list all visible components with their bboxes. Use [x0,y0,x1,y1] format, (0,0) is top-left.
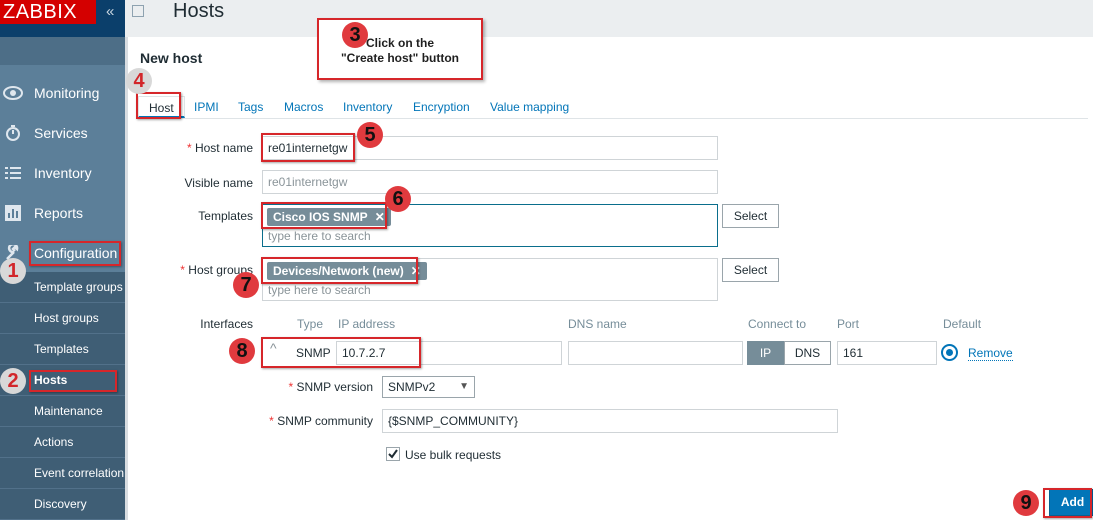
interface-port-input[interactable]: 161 [837,341,937,365]
tab-ipmi[interactable]: IPMI [194,96,219,118]
bulk-requests-checkbox[interactable] [386,447,400,461]
zabbix-logo[interactable]: ZABBIX [0,0,96,24]
col-type: Type [297,317,324,331]
templates-select-button[interactable]: Select [722,204,779,228]
tab-value-mapping[interactable]: Value mapping [490,96,569,118]
remove-interface-link[interactable]: Remove [968,346,1013,361]
menu-item-label: Reports [34,205,84,221]
tab-inventory[interactable]: Inventory [343,96,392,118]
templates-label: Templates [198,209,253,223]
remove-chip-icon[interactable]: ✕ [375,210,385,224]
interfaces-label: Interfaces [200,317,253,331]
step-badge-2: 2 [0,368,26,394]
host-group-chip: Devices/Network (new) ✕ [267,262,427,280]
menu-item-reports[interactable]: Reports [0,193,125,233]
menu-item-label: Services [34,125,88,141]
tab-tags[interactable]: Tags [238,96,263,118]
menu-item-inventory[interactable]: Inventory [0,153,125,193]
page-header: Hosts [125,0,1093,37]
step-badge-9: 9 [1013,490,1039,516]
eye-icon [2,73,24,113]
visible-name-input[interactable]: re01internetgw [262,170,718,194]
create-host-callout: Click on the "Create host" button [317,18,483,80]
list-icon [2,153,24,193]
snmp-version-select[interactable]: SNMPv2 ▼ [382,376,475,398]
tabs-divider [138,118,1088,119]
host-groups-select-button[interactable]: Select [722,258,779,282]
submenu-item-templates[interactable]: Templates [0,334,125,365]
col-dns-name: DNS name [568,317,627,331]
col-ip-address: IP address [338,317,396,331]
configuration-submenu: Template groups Host groups Templates Ho… [0,272,125,520]
stopwatch-icon [2,113,24,153]
col-connect-to: Connect to [748,317,807,331]
callout-line-2: "Create host" button [340,51,460,65]
connect-ip-toggle[interactable]: IP [747,341,784,365]
col-default: Default [943,317,982,331]
submenu-item-discovery[interactable]: Discovery [0,489,125,520]
chevron-down-icon: ▼ [459,381,469,392]
tab-encryption[interactable]: Encryption [413,96,470,118]
templates-search-placeholder[interactable]: type here to search [268,229,371,243]
connect-dns-toggle[interactable]: DNS [784,341,831,365]
interface-dns-input[interactable] [568,341,743,365]
collapse-sidebar-icon[interactable]: « [106,3,114,20]
templates-multiselect[interactable]: Cisco IOS SNMP ✕ type here to search [262,204,718,247]
logo-bar: ZABBIX « [0,0,125,37]
collapse-interface-icon[interactable]: ^ [270,340,277,356]
host-groups-search-placeholder[interactable]: type here to search [268,283,371,297]
step-badge-4: 4 [126,68,152,94]
col-port: Port [837,317,860,331]
snmp-community-label: * SNMP community [269,414,373,428]
submenu-item-maintenance[interactable]: Maintenance [0,396,125,427]
snmp-community-input[interactable]: {$SNMP_COMMUNITY} [382,409,838,433]
bar-chart-icon [2,193,24,233]
step-badge-3: 3 [342,22,368,48]
step-badge-1: 1 [0,258,26,284]
default-radio[interactable] [941,344,958,361]
submenu-item-event-correlation[interactable]: Event correlation [0,458,125,489]
tab-macros[interactable]: Macros [284,96,323,118]
remove-chip-icon[interactable]: ✕ [411,264,421,278]
snmp-version-label: * SNMP version [288,380,374,394]
host-name-label: * Host name [186,141,253,155]
host-form-panel: New host Host IPMI Tags Macros Inventory… [125,37,1093,520]
kiosk-mode-icon[interactable] [132,5,144,17]
step-badge-7: 7 [233,272,259,298]
interface-ip-input[interactable]: 10.7.2.7 [336,341,562,365]
sidebar-search-strip [0,37,125,65]
bulk-requests-label: Use bulk requests [405,448,502,462]
template-chip: Cisco IOS SNMP ✕ [267,208,391,226]
form-title: New host [140,50,203,66]
step-badge-8: 8 [229,338,255,364]
step-badge-6: 6 [385,186,411,212]
page-title: Hosts [173,0,225,22]
tab-host[interactable]: Host [138,96,185,118]
menu-item-label: Monitoring [34,85,100,101]
interface-type: SNMP [296,346,331,360]
visible-name-label: Visible name [184,176,253,190]
step-badge-5: 5 [357,122,383,148]
host-name-input[interactable]: re01internetgw [262,136,718,160]
menu-item-label: Inventory [34,165,92,181]
menu-item-services[interactable]: Services [0,113,125,153]
submenu-item-actions[interactable]: Actions [0,427,125,458]
menu-item-label: Configuration [34,245,118,261]
submenu-item-host-groups[interactable]: Host groups [0,303,125,334]
host-groups-multiselect[interactable]: Devices/Network (new) ✕ type here to sear… [262,258,718,301]
add-button[interactable]: Add [1049,489,1093,516]
menu-item-monitoring[interactable]: Monitoring [0,73,125,113]
